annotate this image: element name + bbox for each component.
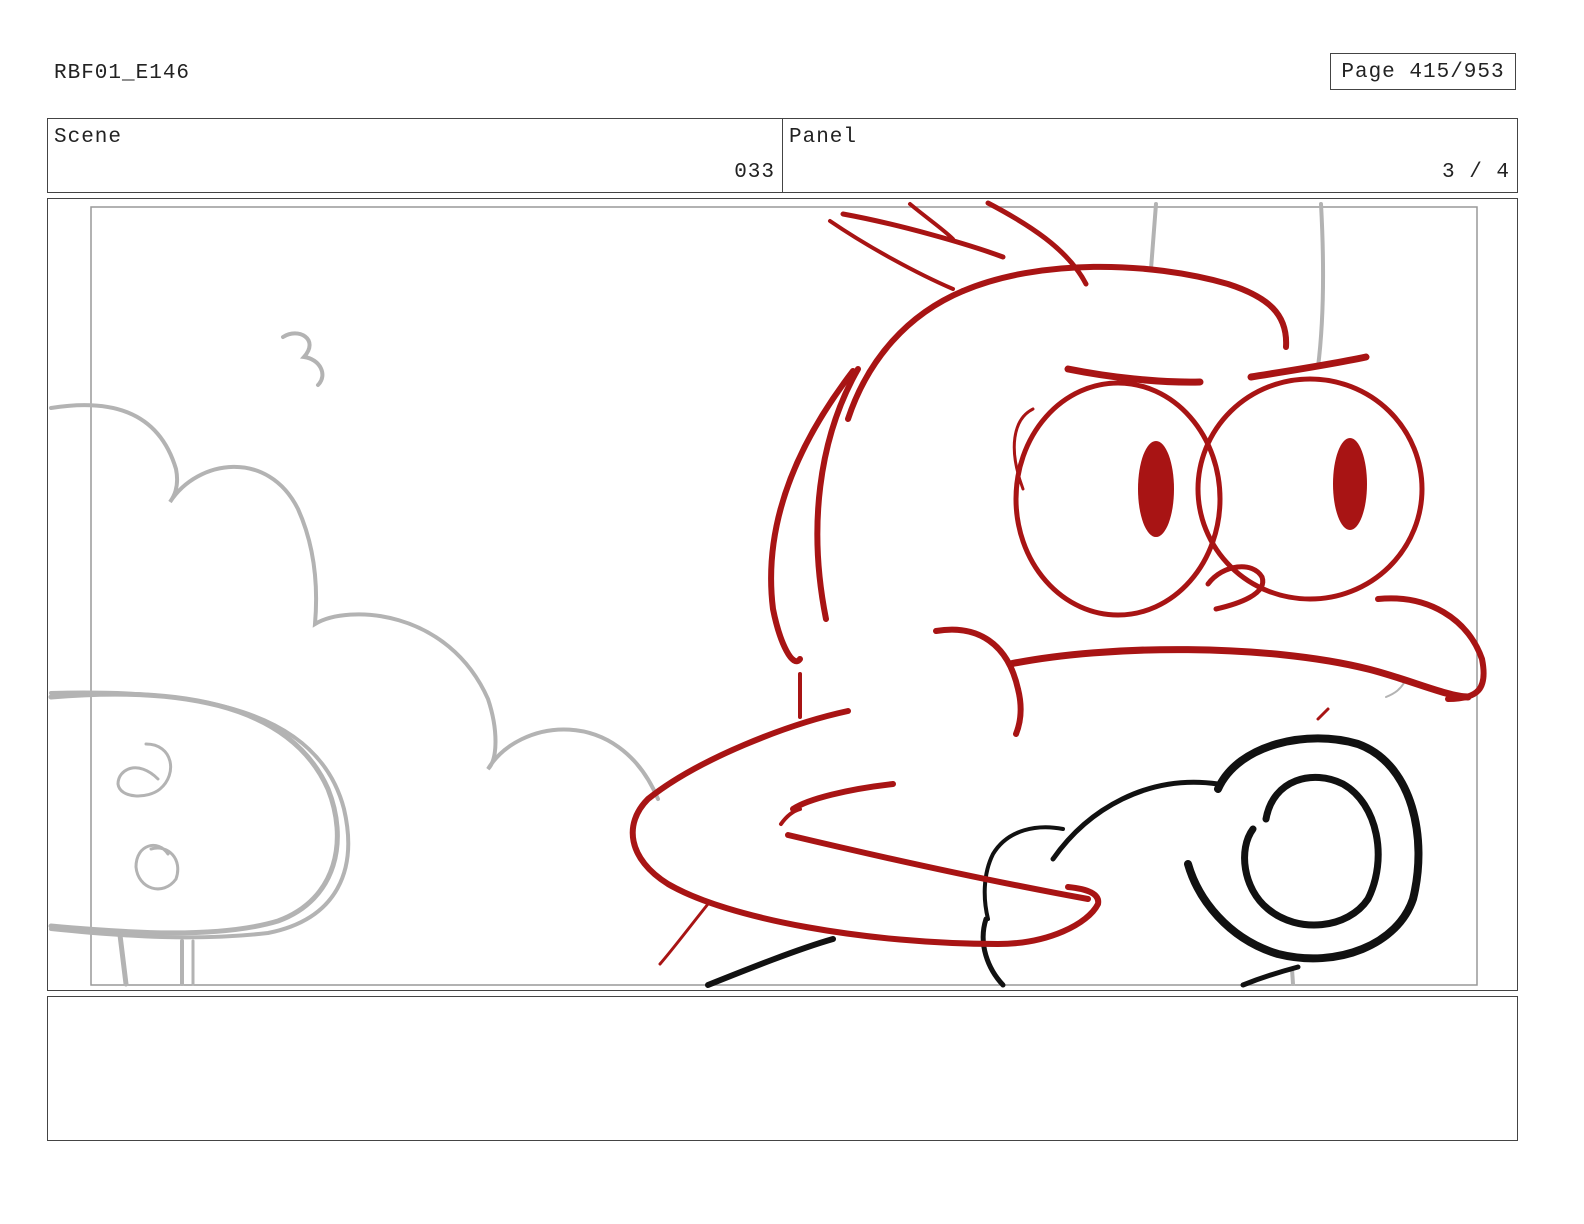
panel-cell: Panel 3 / 4 [782, 119, 1517, 192]
page-counter: Page 415/953 [1330, 53, 1516, 90]
document-id: RBF01_E146 [54, 62, 191, 85]
gray-creature-sketch [48, 690, 351, 987]
scene-number: 033 [734, 161, 775, 184]
left-pupil [1138, 441, 1174, 537]
black-prop-sketch [705, 734, 1423, 988]
scene-panel-info: Scene 033 Panel 3 / 4 [47, 118, 1518, 193]
storyboard-sketch [48, 200, 1487, 988]
panel-number: 3 / 4 [1441, 161, 1510, 184]
safe-frame [90, 206, 1478, 986]
panel-label: Panel [789, 126, 858, 149]
right-pupil [1333, 438, 1367, 530]
scene-label: Scene [54, 126, 123, 149]
cloud-sketch [49, 331, 660, 801]
scene-cell: Scene 033 [48, 119, 782, 192]
storyboard-panel [47, 198, 1518, 991]
notes-box [47, 996, 1518, 1141]
